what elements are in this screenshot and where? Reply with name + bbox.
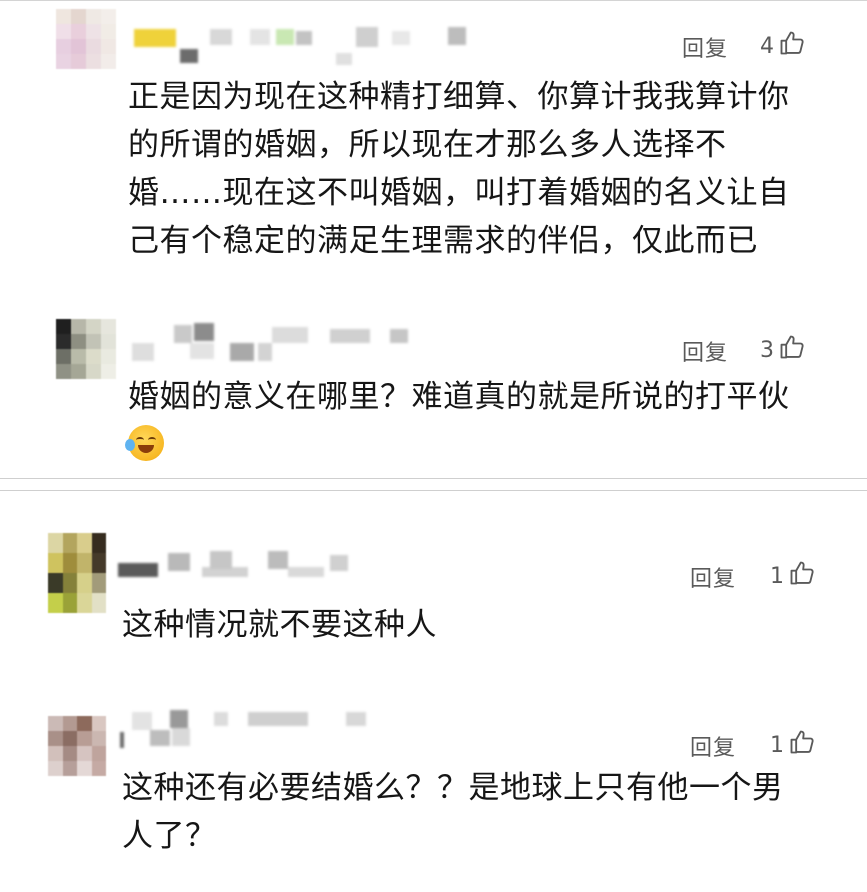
comment-item: 回复 1 这种还有必要结婚么？？是地球上只有他一个男 人了？ xyxy=(0,706,867,892)
thumbs-up-icon xyxy=(788,728,816,762)
comment-text: 这种情况就不要这种人 xyxy=(122,601,437,649)
username-redacted[interactable] xyxy=(118,539,378,585)
thumbs-up-icon xyxy=(788,559,816,593)
reply-button[interactable]: 回复 xyxy=(682,335,728,367)
comment-text: 正是因为现在这种精打细算、你算计我我算计你 的所谓的婚姻，所以现在才那么多人选择… xyxy=(128,73,790,265)
comment-line: 婚姻的意义在哪里？难道真的就是所说的打平伙 xyxy=(128,379,790,415)
comment-item: 回复 4 正是因为现在这种精打细算、你算计我我算计你 的所谓的婚姻，所以现在才那… xyxy=(0,1,867,271)
like-button[interactable]: 1 xyxy=(770,559,816,593)
comment-line: 这种还有必要结婚么？？是地球上只有他一个男 xyxy=(122,770,784,806)
comment-line: 婚……现在这不叫婚姻，叫打着婚姻的名义让自 xyxy=(128,175,790,211)
reply-button[interactable]: 回复 xyxy=(690,730,736,762)
comment-feed: 回复 4 正是因为现在这种精打细算、你算计我我算计你 的所谓的婚姻，所以现在才那… xyxy=(0,0,867,892)
reply-button[interactable]: 回复 xyxy=(682,31,728,63)
tear-shape xyxy=(125,439,135,451)
comment-item: 回复 1 这种情况就不要这种人 xyxy=(0,491,867,661)
like-count: 1 xyxy=(770,563,784,589)
username-redacted[interactable] xyxy=(130,23,490,69)
reply-button[interactable]: 回复 xyxy=(690,561,736,593)
thumbs-up-icon xyxy=(778,29,806,63)
avatar[interactable] xyxy=(56,319,116,379)
comment-line: 己有个稳定的满足生理需求的伴侣，仅此而已 xyxy=(128,223,758,259)
comment-line: 的所谓的婚姻，所以现在才那么多人选择不 xyxy=(128,127,727,163)
like-button[interactable]: 1 xyxy=(770,728,816,762)
avatar[interactable] xyxy=(48,533,106,613)
like-count: 4 xyxy=(760,33,774,59)
thumbs-up-icon xyxy=(778,333,806,367)
avatar[interactable] xyxy=(48,716,106,776)
like-count: 3 xyxy=(760,337,774,363)
card-separator xyxy=(0,479,867,490)
comment-text: 这种还有必要结婚么？？是地球上只有他一个男 人了？ xyxy=(122,764,784,860)
comment-line: 人了？ xyxy=(122,818,217,854)
comment-card-bottom: 回复 1 这种情况就不要这种人 回复 1 这种还有必要结婚么？？是地球上只有他一… xyxy=(0,490,867,892)
comment-line: 这种情况就不要这种人 xyxy=(122,607,437,643)
comment-item: 回复 3 婚姻的意义在哪里？难道真的就是所说的打平伙 xyxy=(0,311,867,476)
comment-text: 婚姻的意义在哪里？难道真的就是所说的打平伙 xyxy=(128,373,790,421)
mouth-shape xyxy=(138,445,154,453)
username-redacted[interactable] xyxy=(130,319,430,365)
username-redacted[interactable] xyxy=(118,706,378,752)
comment-card-top: 回复 4 正是因为现在这种精打细算、你算计我我算计你 的所谓的婚姻，所以现在才那… xyxy=(0,0,867,479)
like-count: 1 xyxy=(770,732,784,758)
like-button[interactable]: 4 xyxy=(760,29,806,63)
avatar[interactable] xyxy=(56,9,116,69)
laughing-crying-emoji-icon xyxy=(125,425,164,461)
comment-line: 正是因为现在这种精打细算、你算计我我算计你 xyxy=(128,79,790,115)
like-button[interactable]: 3 xyxy=(760,333,806,367)
